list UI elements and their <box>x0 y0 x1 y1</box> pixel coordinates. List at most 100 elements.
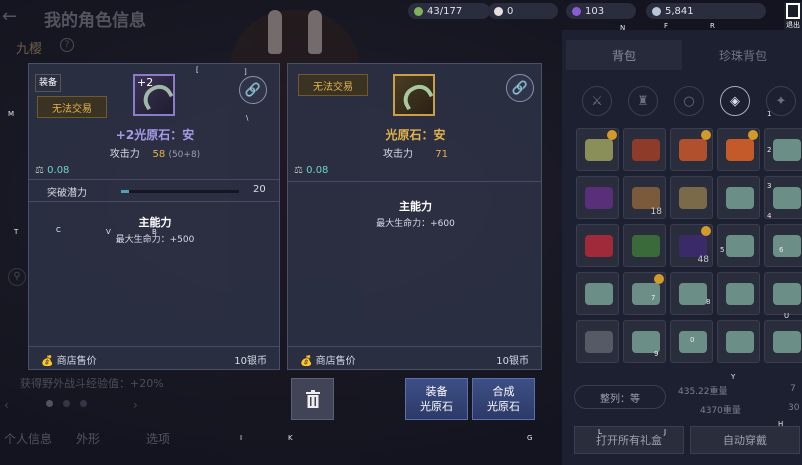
silver-value: 5,841 <box>665 5 694 17</box>
inventory-slot[interactable] <box>623 320 666 363</box>
open-all-gifts-button[interactable]: 打开所有礼盒 <box>574 426 684 454</box>
item-name: +2光原石：安 <box>115 128 195 142</box>
stamina-icon <box>414 6 423 16</box>
sell-price-label: 💰 商店售价 <box>41 352 97 367</box>
delete-button[interactable] <box>291 378 334 420</box>
filter-weapon-icon[interactable]: ⚔ <box>582 86 612 116</box>
keyboard-hint: Y <box>731 373 736 381</box>
item-icon <box>585 187 613 209</box>
filter-crystal-icon[interactable]: ◈ <box>720 86 750 116</box>
combine-btn-line2: 光原石 <box>487 400 520 413</box>
main-ability-value: 最大生命力：+600 <box>376 219 455 229</box>
equipped-tag: 装备 <box>35 74 62 92</box>
weight-icon: ⚖ <box>294 165 303 176</box>
item-icon <box>585 139 613 161</box>
keyboard-hint: K <box>288 434 293 442</box>
keyboard-hint: ] <box>244 68 247 76</box>
auto-equip-button[interactable]: 自动穿戴 <box>690 426 800 454</box>
inventory-slot[interactable]: 48 <box>670 224 713 267</box>
keyboard-hint: H <box>778 420 784 428</box>
equip-btn-line2: 光原石 <box>420 400 453 413</box>
pearl-counter: 0 <box>488 3 558 19</box>
keyboard-hint: V <box>106 228 111 236</box>
keyboard-hint: C <box>56 226 61 234</box>
inventory-slot[interactable] <box>623 224 666 267</box>
item-icon <box>632 139 660 161</box>
sort-label: 整列：等 <box>600 393 640 405</box>
keyboard-hint: 5 <box>720 246 725 254</box>
inventory-slot[interactable] <box>576 176 619 219</box>
inventory-slot[interactable] <box>576 224 619 267</box>
sort-button[interactable]: 整列：等 <box>574 385 666 409</box>
filter-accessory-icon[interactable]: ○ <box>674 86 704 116</box>
equip-light-stone-button[interactable]: 装备 光原石 <box>405 378 468 420</box>
filter-armor-icon[interactable]: ♜ <box>628 86 658 116</box>
sell-price-value: 10银币 <box>496 356 529 367</box>
bag-weight: 435.22重量 <box>678 387 728 397</box>
max-weight: 4370重量 <box>700 406 741 416</box>
inventory-slot[interactable]: 18 <box>623 176 666 219</box>
potential-value: 20 <box>253 184 266 195</box>
inventory-slot[interactable] <box>576 272 619 315</box>
tab-pearl-backpack[interactable]: 珍珠背包 <box>684 40 802 70</box>
item-icon <box>726 283 754 305</box>
stamina-counter: 43/177 <box>408 3 490 19</box>
combine-btn-line1: 合成 <box>492 385 515 398</box>
keyboard-hint: F <box>664 22 669 30</box>
inventory-slot[interactable] <box>670 128 713 171</box>
sell-label-text: 商店售价 <box>56 356 97 367</box>
pearl-icon <box>494 6 503 16</box>
keyboard-hint: 9 <box>654 350 659 358</box>
combine-light-stone-button[interactable]: 合成 光原石 <box>472 378 535 420</box>
inventory-slot[interactable] <box>623 272 666 315</box>
trash-icon <box>305 390 320 408</box>
inventory-slot[interactable] <box>623 128 666 171</box>
stat-label: 攻击力 <box>109 149 140 160</box>
keyboard-hint: B <box>152 228 157 236</box>
stat-value: 58 <box>152 149 166 160</box>
inventory-slot[interactable] <box>717 272 760 315</box>
item-icon <box>726 187 754 209</box>
stat-value: 71 <box>435 149 448 160</box>
inventory-slot[interactable] <box>670 272 713 315</box>
exit-label: 退出 <box>786 21 800 29</box>
inventory-slot[interactable] <box>717 320 760 363</box>
keyboard-hint: \ <box>246 114 249 122</box>
item-icon <box>679 235 707 257</box>
divider <box>29 346 279 347</box>
new-badge-icon <box>607 130 617 140</box>
exit-door-icon <box>786 3 800 19</box>
inventory-slot[interactable] <box>717 128 760 171</box>
tab-backpack[interactable]: 背包 <box>566 40 682 70</box>
equip-btn-line1: 装备 <box>425 385 448 398</box>
inventory-slot[interactable] <box>764 320 802 363</box>
weight-value: 0.08 <box>306 165 329 176</box>
keyboard-hint: [ <box>196 66 199 74</box>
keyboard-hint: 7 <box>651 294 656 302</box>
inventory-slot[interactable] <box>576 128 619 171</box>
link-icon[interactable]: 🔗 <box>239 76 267 104</box>
potential-bar <box>121 190 239 193</box>
keyboard-hint: 2 <box>767 146 772 154</box>
item-icon-light-stone: +2 <box>133 74 175 116</box>
item-icon <box>585 235 613 257</box>
item-icon <box>632 187 660 209</box>
link-icon[interactable]: 🔗 <box>506 74 534 102</box>
inventory-slot[interactable] <box>576 320 619 363</box>
inventory-slot[interactable] <box>670 176 713 219</box>
keyboard-hint: L <box>598 428 602 436</box>
keyboard-hint: T <box>14 228 19 236</box>
keyboard-hint: U <box>784 312 790 320</box>
stat-label: 攻击力 <box>383 149 413 160</box>
item-icon <box>773 283 801 305</box>
item-icon <box>726 331 754 353</box>
sell-price-value: 10银币 <box>234 356 267 367</box>
item-icon <box>679 187 707 209</box>
divider <box>288 181 541 182</box>
sell-price-label: 💰 商店售价 <box>300 352 356 367</box>
new-badge-icon <box>701 226 711 236</box>
inventory-slot[interactable] <box>717 176 760 219</box>
item-icon <box>585 331 613 353</box>
new-badge-icon <box>748 130 758 140</box>
inventory-slot[interactable] <box>764 272 802 315</box>
